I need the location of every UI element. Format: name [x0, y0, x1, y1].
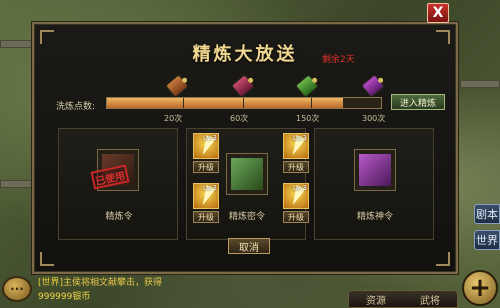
- refine-progress-bar: [106, 97, 382, 109]
- silver-amount: 999999银币: [38, 292, 91, 302]
- progress-tick: [183, 98, 184, 108]
- remaining-time: 剩余2天: [322, 55, 355, 65]
- side-button-script[interactable]: 剧本: [474, 204, 500, 224]
- tick-label: 150次: [296, 114, 320, 123]
- refine-token-label: 精炼令: [105, 212, 133, 222]
- bottom-tabs: 资源 武将: [348, 290, 458, 308]
- upgrade-button[interactable]: 升级: [283, 161, 309, 173]
- close-button[interactable]: X: [427, 3, 449, 23]
- secret-token-card[interactable]: [226, 153, 268, 195]
- frame-corner: [436, 252, 450, 266]
- secret-token-icon: [231, 158, 263, 190]
- frame-corner: [40, 252, 54, 266]
- tick-label: 60次: [230, 114, 249, 123]
- divine-token-icon: [359, 154, 391, 186]
- upgrade-slot[interactable]: Lv.3: [283, 183, 309, 209]
- city-wall: [460, 80, 500, 88]
- slot-level: Lv.3: [292, 134, 307, 142]
- bottom-bar: ··· [世界]主侯将相文献攀击，获得 999999银币 资源 武将 +: [0, 270, 500, 308]
- refine-event-dialog: 精炼大放送 剩余2天 洗炼点数: 进入精炼 20次 60次 150次 300次 …: [32, 22, 458, 274]
- city-wall: [0, 40, 34, 48]
- chat-channel: [世界]: [38, 278, 64, 288]
- slot-level: Lv.3: [202, 134, 217, 142]
- chat-message[interactable]: [世界]主侯将相文献攀击，获得: [38, 275, 162, 288]
- cancel-button[interactable]: 取消: [228, 238, 270, 254]
- upgrade-slot[interactable]: Lv.3: [193, 133, 219, 159]
- reward-token-icon[interactable]: [230, 74, 256, 98]
- progress-fill: [107, 98, 343, 108]
- reward-token-icon[interactable]: [164, 74, 190, 98]
- panel-secret-token: 精炼密令 Lv.3 升级 Lv.3 升级 Lv.3 升级 Lv.3 升级: [186, 128, 309, 240]
- side-button-world[interactable]: 世界: [474, 230, 500, 250]
- tab-resources[interactable]: 资源: [366, 292, 386, 307]
- dialog-title: 精炼大放送: [192, 44, 298, 65]
- upgrade-button[interactable]: 升级: [283, 211, 309, 223]
- upgrade-slot[interactable]: Lv.3: [283, 133, 309, 159]
- divine-token-label: 精炼神令: [356, 212, 393, 222]
- progress-tick: [311, 98, 312, 108]
- chat-text: 主侯将相文献攀击，获得: [63, 278, 163, 288]
- reward-token-icon[interactable]: [360, 74, 386, 98]
- slot-level: Lv.3: [292, 184, 307, 192]
- upgrade-slot[interactable]: Lv.3: [193, 183, 219, 209]
- tab-generals[interactable]: 武将: [420, 292, 440, 307]
- chat-icon[interactable]: ···: [2, 276, 32, 302]
- progress-label: 洗炼点数:: [56, 102, 96, 112]
- city-wall: [0, 180, 34, 188]
- tick-label: 300次: [362, 114, 386, 123]
- tick-label: 20次: [164, 114, 183, 123]
- panel-divine-token: 精炼神令: [314, 128, 434, 240]
- slot-level: Lv.3: [202, 184, 217, 192]
- upgrade-button[interactable]: 升级: [193, 211, 219, 223]
- divine-token-card[interactable]: [354, 149, 396, 191]
- upgrade-button[interactable]: 升级: [193, 161, 219, 173]
- plus-menu-button[interactable]: +: [462, 270, 498, 306]
- enter-refine-button[interactable]: 进入精炼: [391, 94, 445, 110]
- reward-token-icon[interactable]: [294, 74, 320, 98]
- progress-tick: [243, 98, 244, 108]
